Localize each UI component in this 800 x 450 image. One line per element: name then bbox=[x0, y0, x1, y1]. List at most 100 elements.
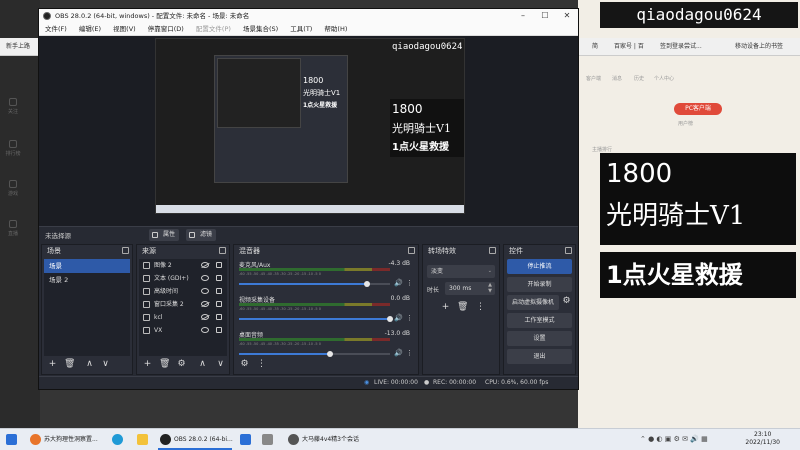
add-scene-icon[interactable]: + bbox=[47, 359, 58, 370]
side-nav-rank[interactable]: 排行榜 bbox=[0, 140, 26, 157]
clock[interactable]: 23:10 2022/11/30 bbox=[745, 431, 780, 447]
duration-input[interactable]: 300 ms ▲ ▼ bbox=[445, 282, 495, 295]
source-item[interactable]: VX bbox=[139, 324, 227, 337]
move-down-icon[interactable]: ∨ bbox=[100, 359, 111, 370]
popout-icon[interactable] bbox=[565, 247, 572, 254]
studio-mode-button[interactable]: 工作室模式 bbox=[507, 313, 572, 328]
lock-icon[interactable] bbox=[216, 327, 222, 333]
lock-icon[interactable] bbox=[216, 275, 222, 281]
edge-icon[interactable] bbox=[112, 434, 123, 445]
more-options-icon[interactable]: ⋮ bbox=[406, 349, 413, 357]
exit-button[interactable]: 退出 bbox=[507, 349, 572, 364]
tray-icons[interactable]: ⌃ ● ◐ ▣ ⚙ ✉ 🔊 ▦ bbox=[640, 435, 708, 443]
volume-slider[interactable] bbox=[239, 281, 390, 287]
source-item[interactable]: kcl bbox=[139, 311, 227, 324]
menu-file[interactable]: 文件(F) bbox=[45, 25, 67, 33]
visibility-toggle-icon[interactable] bbox=[201, 327, 209, 333]
properties-button[interactable]: 属性 bbox=[149, 229, 180, 241]
minimize-icon[interactable]: – bbox=[512, 9, 534, 23]
start-recording-button[interactable]: 开始录制 bbox=[507, 277, 572, 292]
controls-dock: 控件 停止推流 开始录制 启动虚拟摄像机 ⚙ 工作室模式 设置 退出 bbox=[503, 244, 576, 375]
visibility-toggle-icon[interactable] bbox=[201, 301, 209, 307]
lock-icon[interactable] bbox=[216, 314, 222, 320]
gear-icon[interactable]: ⚙ bbox=[239, 359, 250, 370]
visibility-toggle-icon[interactable] bbox=[201, 288, 209, 294]
bookmark-item[interactable]: 移动设备上的书签 bbox=[735, 41, 783, 50]
folder-icon[interactable] bbox=[137, 434, 148, 445]
menu-tools[interactable]: 工具(T) bbox=[290, 25, 312, 33]
remove-scene-icon[interactable]: 🗑 bbox=[64, 359, 75, 370]
taskbar-item-browser[interactable]: 苏大狗理性洞察置... bbox=[44, 432, 98, 448]
obs-icon[interactable] bbox=[160, 434, 171, 445]
obs-logo-icon bbox=[43, 12, 51, 20]
speaker-icon[interactable]: 🔊 bbox=[394, 349, 403, 357]
preview-area[interactable]: 1800 光明骑士V1 1点火星救援 qiaodagou0624 1800 光明… bbox=[39, 36, 578, 226]
source-item[interactable]: 图像 2 bbox=[139, 259, 227, 272]
taskbar-item-game[interactable]: 大马藤4v4精3个会话 bbox=[302, 432, 359, 448]
remove-source-icon[interactable]: 🗑 bbox=[159, 359, 170, 370]
obs-titlebar[interactable]: OBS 28.0.2 (64-bit, windows) - 配置文件: 未命名… bbox=[39, 9, 578, 23]
side-nav-game[interactable]: 游戏 bbox=[0, 180, 26, 197]
app-icon[interactable] bbox=[262, 434, 273, 445]
game-icon[interactable] bbox=[288, 434, 299, 445]
popout-icon[interactable] bbox=[122, 247, 129, 254]
windows-start-icon[interactable] bbox=[6, 434, 17, 445]
app-icon[interactable] bbox=[240, 434, 251, 445]
lock-icon[interactable] bbox=[216, 301, 222, 307]
remove-transition-icon[interactable]: 🗑 bbox=[457, 302, 468, 313]
pc-client-badge[interactable]: PC客户端 bbox=[674, 103, 722, 115]
volume-slider[interactable] bbox=[239, 316, 393, 322]
firefox-icon[interactable] bbox=[30, 434, 41, 445]
transition-select[interactable]: 淡变 ⌄ bbox=[427, 265, 495, 278]
menu-edit[interactable]: 编辑(E) bbox=[79, 25, 101, 33]
source-item[interactable]: 窗口采集 2 bbox=[139, 298, 227, 311]
menu-scene-collection[interactable]: 场景集合(S) bbox=[243, 25, 278, 33]
speaker-icon[interactable]: 🔊 bbox=[394, 279, 403, 287]
source-item[interactable]: 高级时间 bbox=[139, 285, 227, 298]
move-down-icon[interactable]: ∨ bbox=[215, 359, 226, 370]
taskbar-item-obs[interactable]: OBS 28.0.2 (64-bi... bbox=[174, 432, 233, 448]
more-options-icon[interactable]: ⋮ bbox=[475, 302, 486, 313]
bookmark-item[interactable]: 百家号 | 百 bbox=[614, 41, 644, 50]
preview-canvas[interactable]: 1800 光明骑士V1 1点火星救援 qiaodagou0624 1800 光明… bbox=[155, 38, 465, 214]
maximize-icon[interactable]: ☐ bbox=[534, 9, 556, 23]
lock-icon[interactable] bbox=[216, 288, 222, 294]
close-icon[interactable]: ✕ bbox=[556, 9, 578, 23]
popout-icon[interactable] bbox=[489, 247, 496, 254]
side-nav-follow[interactable]: 关注 bbox=[0, 98, 26, 115]
overlay-line1: 1800 bbox=[606, 159, 673, 189]
add-transition-icon[interactable]: + bbox=[440, 302, 451, 313]
gear-icon[interactable]: ⚙ bbox=[561, 296, 572, 307]
popout-icon[interactable] bbox=[408, 247, 415, 254]
bookmark-item[interactable]: 新手上路 bbox=[6, 41, 30, 50]
filters-button[interactable]: 滤镜 bbox=[186, 229, 217, 241]
menu-view[interactable]: 视图(V) bbox=[113, 25, 136, 33]
visibility-toggle-icon[interactable] bbox=[201, 314, 209, 320]
visibility-toggle-icon[interactable] bbox=[201, 262, 209, 268]
more-options-icon[interactable]: ⋮ bbox=[406, 314, 413, 322]
menu-help[interactable]: 帮助(H) bbox=[324, 25, 347, 33]
popout-icon[interactable] bbox=[219, 247, 226, 254]
virtual-camera-button[interactable]: 启动虚拟摄像机 bbox=[507, 295, 559, 310]
add-source-icon[interactable]: + bbox=[142, 359, 153, 370]
visibility-toggle-icon[interactable] bbox=[201, 275, 209, 281]
bookmark-item[interactable]: 简 bbox=[592, 41, 598, 50]
menu-profile[interactable]: 配置文件(P) bbox=[196, 25, 231, 33]
gear-icon[interactable]: ⚙ bbox=[176, 359, 187, 370]
bookmark-item[interactable]: 签到登录尝试... bbox=[660, 41, 702, 50]
source-item[interactable]: 文本 (GDI+) bbox=[139, 272, 227, 285]
more-options-icon[interactable]: ⋮ bbox=[406, 279, 413, 287]
lock-icon[interactable] bbox=[216, 262, 222, 268]
settings-button[interactable]: 设置 bbox=[507, 331, 572, 346]
side-nav-live[interactable]: 直播 bbox=[0, 220, 26, 237]
volume-slider[interactable] bbox=[239, 351, 390, 357]
scene-item[interactable]: 场景 bbox=[44, 259, 130, 273]
more-options-icon[interactable]: ⋮ bbox=[256, 359, 267, 370]
menu-docks[interactable]: 停靠窗口(D) bbox=[148, 25, 184, 33]
move-up-icon[interactable]: ∧ bbox=[197, 359, 208, 370]
spinner-icon[interactable]: ▲ ▼ bbox=[488, 282, 492, 294]
scene-item[interactable]: 场景 2 bbox=[44, 273, 130, 287]
stop-streaming-button[interactable]: 停止推流 bbox=[507, 259, 572, 274]
speaker-icon[interactable]: 🔊 bbox=[394, 314, 403, 322]
move-up-icon[interactable]: ∧ bbox=[84, 359, 95, 370]
